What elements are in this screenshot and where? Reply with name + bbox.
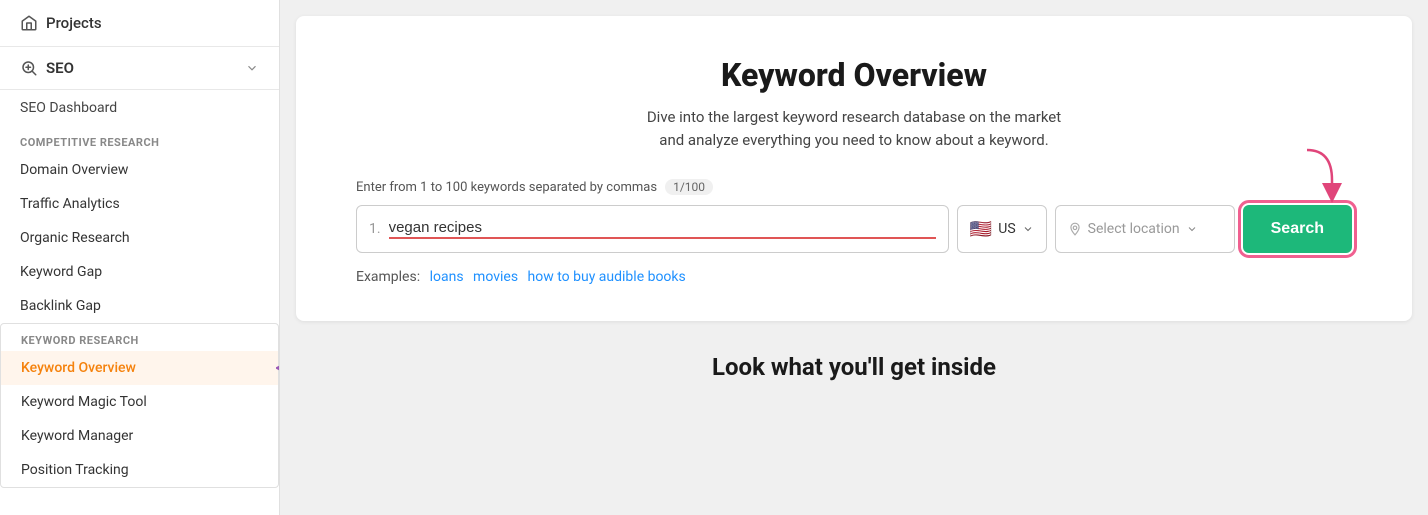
bottom-section: Look what you'll get inside bbox=[280, 333, 1428, 401]
sidebar-item-backlink-gap[interactable]: Backlink Gap bbox=[0, 289, 279, 323]
keyword-number: 1. bbox=[369, 221, 381, 237]
sidebar-seo-section[interactable]: SEO bbox=[0, 47, 279, 90]
location-chevron-icon bbox=[1186, 223, 1198, 235]
sidebar-projects[interactable]: Projects bbox=[0, 0, 279, 47]
country-chevron-icon bbox=[1022, 223, 1034, 235]
us-flag-icon: 🇺🇸 bbox=[970, 219, 992, 240]
keyword-overview-card: Keyword Overview Dive into the largest k… bbox=[296, 16, 1412, 321]
keyword-research-section: KEYWORD RESEARCH Keyword Overview Keywor… bbox=[0, 323, 279, 488]
sidebar-item-keyword-magic-tool[interactable]: Keyword Magic Tool bbox=[1, 385, 278, 419]
page-subtitle: Dive into the largest keyword research d… bbox=[356, 106, 1352, 151]
seo-icon bbox=[20, 59, 38, 77]
page-title: Keyword Overview bbox=[356, 56, 1352, 94]
sidebar-item-keyword-overview[interactable]: Keyword Overview bbox=[1, 351, 278, 385]
example-movies[interactable]: movies bbox=[473, 269, 518, 285]
projects-label: Projects bbox=[46, 14, 102, 32]
search-button-wrapper: Search bbox=[1243, 205, 1352, 253]
examples-label: Examples: bbox=[356, 269, 420, 285]
chevron-down-icon bbox=[245, 61, 259, 75]
example-audible[interactable]: how to buy audible books bbox=[528, 269, 686, 285]
sidebar-item-seo-dashboard[interactable]: SEO Dashboard bbox=[0, 90, 279, 126]
examples-row: Examples: loans movies how to buy audibl… bbox=[356, 269, 1352, 285]
sidebar: Projects SEO SEO Dashboard COMPETITIVE R… bbox=[0, 0, 280, 515]
keyword-input[interactable] bbox=[389, 219, 936, 239]
competitive-research-label: COMPETITIVE RESEARCH bbox=[0, 126, 279, 153]
input-label: Enter from 1 to 100 keywords separated b… bbox=[356, 179, 1352, 195]
keyword-count-badge: 1/100 bbox=[665, 179, 713, 195]
main-content: Keyword Overview Dive into the largest k… bbox=[280, 0, 1428, 515]
sidebar-item-traffic-analytics[interactable]: Traffic Analytics bbox=[0, 187, 279, 221]
bottom-title: Look what you'll get inside bbox=[296, 353, 1412, 381]
sidebar-item-position-tracking[interactable]: Position Tracking bbox=[1, 453, 278, 487]
sidebar-item-domain-overview[interactable]: Domain Overview bbox=[0, 153, 279, 187]
search-row: 1. 🇺🇸 US Select location bbox=[356, 205, 1352, 253]
keyword-research-label: KEYWORD RESEARCH bbox=[1, 324, 278, 351]
sidebar-item-organic-research[interactable]: Organic Research bbox=[0, 221, 279, 255]
location-select[interactable]: Select location bbox=[1055, 205, 1235, 253]
seo-label: SEO bbox=[46, 59, 74, 77]
keyword-overview-wrapper: Keyword Overview bbox=[1, 351, 278, 385]
sidebar-item-keyword-gap[interactable]: Keyword Gap bbox=[0, 255, 279, 289]
keyword-input-wrapper[interactable]: 1. bbox=[356, 205, 949, 253]
example-loans[interactable]: loans bbox=[430, 269, 464, 285]
location-placeholder: Select location bbox=[1088, 221, 1180, 237]
pink-arrow-icon bbox=[1272, 145, 1342, 205]
location-pin-icon bbox=[1068, 222, 1082, 236]
home-icon bbox=[20, 14, 38, 32]
country-select[interactable]: 🇺🇸 US bbox=[957, 205, 1047, 253]
country-code: US bbox=[998, 221, 1015, 237]
search-button[interactable]: Search bbox=[1243, 205, 1352, 253]
sidebar-item-keyword-manager[interactable]: Keyword Manager bbox=[1, 419, 278, 453]
